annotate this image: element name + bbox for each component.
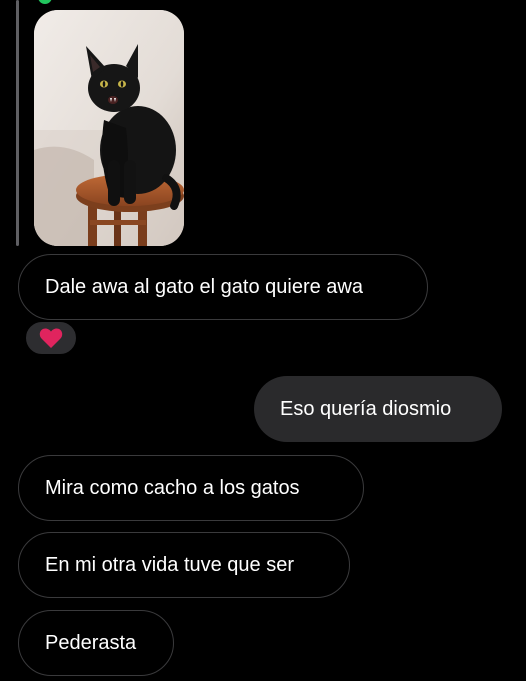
message-bubble-incoming[interactable]: Mira como cacho a los gatos xyxy=(18,455,364,521)
message-bubble-incoming[interactable]: Pederasta xyxy=(18,610,174,676)
message-text: En mi otra vida tuve que ser xyxy=(45,554,295,576)
cat-photo-image xyxy=(34,10,184,246)
message-bubble-incoming[interactable]: Dale awa al gato el gato quiere awa xyxy=(18,254,428,320)
shared-photo-message[interactable] xyxy=(34,10,184,246)
message-text: Mira como cacho a los gatos xyxy=(45,477,300,499)
reaction-badge[interactable] xyxy=(24,320,78,356)
cropped-top-row xyxy=(30,0,360,4)
red-heart-icon xyxy=(39,328,63,348)
message-text: Eso quería diosmio xyxy=(280,398,452,420)
message-text: Pederasta xyxy=(45,632,137,654)
reply-indicator-bar xyxy=(16,0,19,246)
online-status-icon xyxy=(38,0,52,4)
message-bubble-outgoing[interactable]: Eso quería diosmio xyxy=(254,376,502,442)
message-text: Dale awa al gato el gato quiere awa xyxy=(45,276,363,298)
message-bubble-incoming[interactable]: En mi otra vida tuve que ser xyxy=(18,532,350,598)
